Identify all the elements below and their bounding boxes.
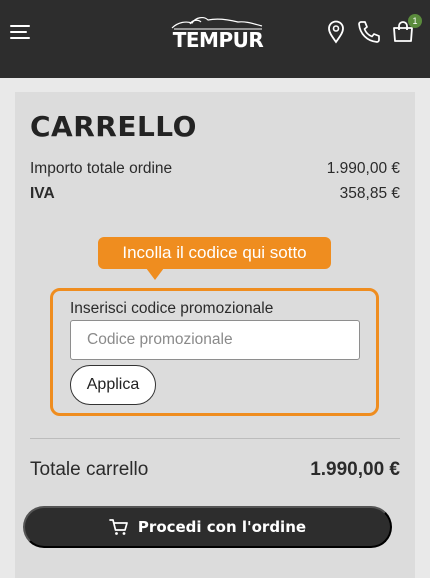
site-header: TEMPUR 1 — [0, 0, 430, 78]
apply-button[interactable]: Applica — [70, 365, 156, 405]
hamburger-icon[interactable] — [10, 22, 32, 40]
tempur-logo[interactable]: TEMPUR — [168, 12, 266, 52]
cart-count-badge: 1 — [408, 14, 422, 28]
vat-row: IVA 358,85 € — [30, 185, 400, 203]
order-total-row: Importo totale ordine 1.990,00 € — [30, 160, 400, 178]
page-title: CARRELLO — [30, 110, 197, 143]
shopping-cart-icon — [109, 519, 128, 535]
checkout-button[interactable]: Procedi con l'ordine — [23, 506, 392, 548]
divider — [30, 438, 400, 439]
phone-icon[interactable] — [356, 19, 380, 45]
promo-code-input[interactable] — [70, 320, 360, 360]
logo-text: TEMPUR — [172, 28, 264, 52]
vat-label: IVA — [30, 185, 55, 202]
cart-total-label: Totale carrello — [30, 459, 149, 480]
order-total-label: Importo totale ordine — [30, 160, 173, 177]
order-total-value: 1.990,00 € — [326, 160, 400, 177]
checkout-label: Procedi con l'ordine — [137, 518, 307, 536]
promo-code-label: Inserisci codice promozionale — [70, 300, 274, 317]
location-pin-icon[interactable] — [324, 19, 348, 45]
promo-tooltip: Incolla il codice qui sotto — [98, 237, 331, 269]
tooltip-arrow — [146, 268, 164, 280]
vat-value: 358,85 € — [339, 185, 400, 202]
cart-total-value: 1.990,00 € — [310, 459, 400, 480]
